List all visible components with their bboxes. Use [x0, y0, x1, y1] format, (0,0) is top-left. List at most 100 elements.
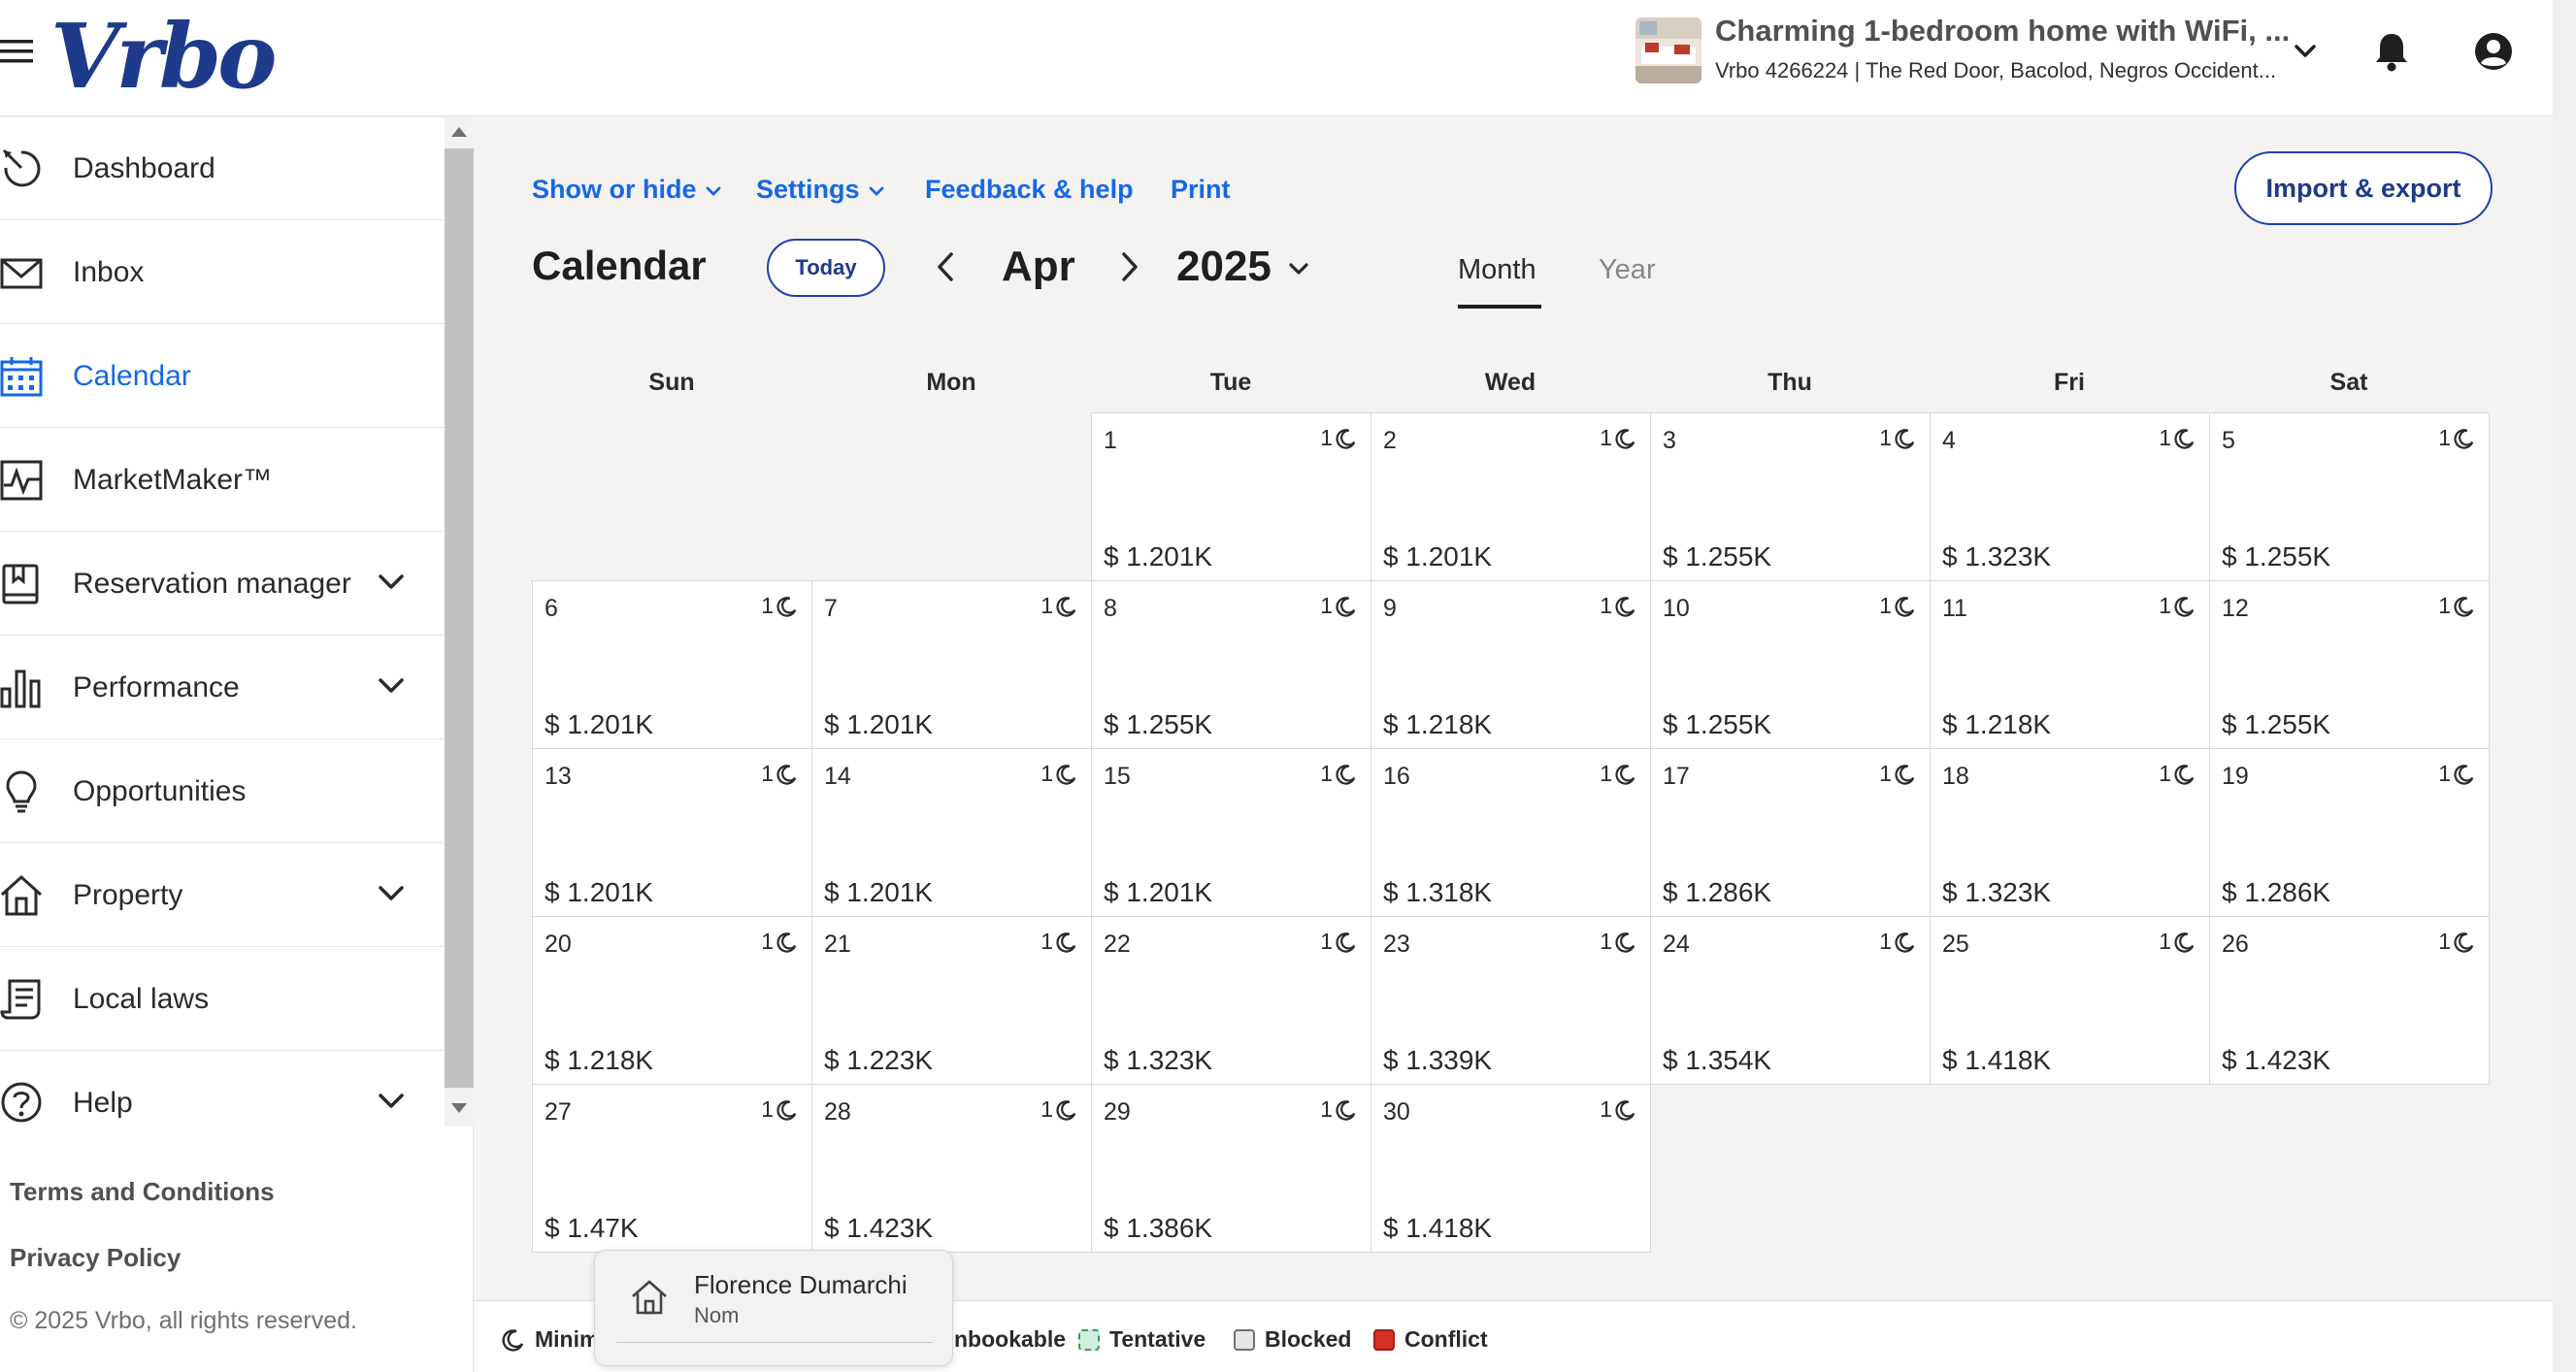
calendar-day-cell[interactable]: 19 1 $ 1.286K: [2209, 748, 2490, 917]
calendar-day-cell[interactable]: 28 1 $ 1.423K: [811, 1084, 1092, 1253]
sidebar-item-label: Local laws: [73, 983, 210, 1015]
calendar-day-cell[interactable]: 9 1 $ 1.218K: [1371, 580, 1651, 749]
property-title[interactable]: Charming 1-bedroom home with WiFi, ...: [1715, 14, 2290, 49]
min-nights: 1: [1879, 761, 1916, 787]
next-month-chevron-icon[interactable]: [1116, 250, 1141, 283]
house-icon: [0, 873, 45, 918]
show-hide-dropdown[interactable]: Show or hide: [532, 175, 722, 205]
calendar-day-cell[interactable]: 15 1 $ 1.201K: [1091, 748, 1371, 917]
day-number: 3: [1663, 427, 1676, 454]
day-number: 20: [545, 931, 572, 958]
calendar-day-cell[interactable]: 2 1 $ 1.201K: [1371, 412, 1651, 581]
chevron-down-icon[interactable]: [377, 572, 406, 593]
copyright-text: © 2025 Vrbo, all rights reserved.: [10, 1307, 357, 1334]
day-number: 19: [2222, 763, 2249, 790]
previous-month-chevron-icon[interactable]: [934, 250, 959, 283]
calendar-day-cell[interactable]: 22 1 $ 1.323K: [1091, 916, 1371, 1085]
sidebar-item-local-laws[interactable]: Local laws: [0, 948, 445, 1051]
sidebar-item-marketmaker[interactable]: MarketMaker™: [0, 429, 445, 532]
calendar-day-cell[interactable]: 7 1 $ 1.201K: [811, 580, 1092, 749]
calendar-day-cell[interactable]: 8 1 $ 1.255K: [1091, 580, 1371, 749]
year-selector[interactable]: 2025: [1176, 243, 1271, 291]
min-nights: 1: [1320, 425, 1357, 451]
day-number: 15: [1104, 763, 1131, 790]
day-number: 29: [1104, 1098, 1131, 1126]
feedback-help-link[interactable]: Feedback & help: [925, 175, 1134, 205]
terms-link[interactable]: Terms and Conditions: [10, 1177, 275, 1207]
calendar-day-cell[interactable]: 24 1 $ 1.354K: [1650, 916, 1931, 1085]
day-number: 4: [1942, 427, 1956, 454]
nightly-price: $ 1.201K: [545, 877, 654, 907]
page-scrollbar[interactable]: [2553, 0, 2576, 1372]
sidebar-item-help[interactable]: Help: [0, 1052, 445, 1127]
sidebar-item-performance[interactable]: Performance: [0, 637, 445, 739]
calendar-day-cell[interactable]: 5 1 $ 1.255K: [2209, 412, 2490, 581]
today-button[interactable]: Today: [767, 239, 885, 297]
min-nights: 1: [761, 929, 798, 955]
calendar-day-cell[interactable]: 16 1 $ 1.318K: [1371, 748, 1651, 917]
sidebar-item-opportunities[interactable]: Opportunities: [0, 740, 445, 843]
notification-bell-icon[interactable]: [2372, 31, 2411, 72]
calendar-day-cell[interactable]: 18 1 $ 1.323K: [1930, 748, 2210, 917]
sidebar-item-reservation-manager[interactable]: Reservation manager: [0, 533, 445, 636]
calendar-day-cell[interactable]: 14 1 $ 1.201K: [811, 748, 1092, 917]
settings-dropdown[interactable]: Settings: [756, 175, 885, 205]
min-nights-count: 1: [761, 929, 774, 954]
chevron-down-icon[interactable]: [377, 1091, 406, 1112]
calendar-day-cell[interactable]: 20 1 $ 1.218K: [532, 916, 812, 1085]
calendar-day-cell[interactable]: 6 1 $ 1.201K: [532, 580, 812, 749]
import-export-button[interactable]: Import & export: [2234, 151, 2493, 225]
scroll-down-arrow-icon[interactable]: [451, 1103, 467, 1113]
calendar-day-cell[interactable]: 27 1 $ 1.47K: [532, 1084, 812, 1253]
calendar-day-cell[interactable]: 10 1 $ 1.255K: [1650, 580, 1931, 749]
min-nights: 1: [1040, 1096, 1077, 1123]
calendar-day-cell[interactable]: 13 1 $ 1.201K: [532, 748, 812, 917]
weekday-header: Wed: [1484, 369, 1536, 396]
account-icon[interactable]: [2473, 31, 2514, 72]
calendar-day-cell[interactable]: 25 1 $ 1.418K: [1930, 916, 2210, 1085]
sidebar-scrollbar-thumb[interactable]: [445, 148, 474, 1088]
lightbulb-icon: [0, 769, 45, 814]
tab-year[interactable]: Year: [1599, 254, 1656, 286]
legend-label: Blocked: [1265, 1326, 1352, 1352]
calendar-day-cell[interactable]: 21 1 $ 1.223K: [811, 916, 1092, 1085]
legend-blocked: Blocked: [1234, 1326, 1351, 1353]
chevron-down-icon[interactable]: [1287, 260, 1310, 278]
sidebar-item-label: Dashboard: [73, 152, 215, 184]
calendar-day-cell[interactable]: 26 1 $ 1.423K: [2209, 916, 2490, 1085]
min-nights: 1: [2159, 593, 2196, 619]
sidebar-item-dashboard[interactable]: Dashboard: [0, 117, 445, 220]
vrbo-logo[interactable]: Vrbo: [50, 12, 278, 101]
calendar-day-cell[interactable]: 17 1 $ 1.286K: [1650, 748, 1931, 917]
property-owner-popup[interactable]: Florence Dumarchi Nom: [594, 1250, 953, 1366]
nightly-price: $ 1.418K: [1383, 1213, 1493, 1243]
privacy-link[interactable]: Privacy Policy: [10, 1243, 181, 1273]
property-switcher-chevron-icon[interactable]: [2293, 39, 2318, 64]
nightly-price: $ 1.201K: [1383, 541, 1493, 572]
calendar-day-cell[interactable]: 11 1 $ 1.218K: [1930, 580, 2210, 749]
nightly-price: $ 1.286K: [2222, 877, 2331, 907]
calendar-day-cell[interactable]: 12 1 $ 1.255K: [2209, 580, 2490, 749]
min-nights-count: 1: [1600, 929, 1612, 954]
min-nights-count: 1: [2159, 761, 2171, 786]
chevron-down-icon[interactable]: [377, 883, 406, 904]
sidebar-item-property[interactable]: Property: [0, 844, 445, 947]
calendar-day-cell[interactable]: 3 1 $ 1.255K: [1650, 412, 1931, 581]
calendar-day-cell[interactable]: 30 1 $ 1.418K: [1371, 1084, 1651, 1253]
moon-icon: [1615, 1099, 1636, 1121]
print-link[interactable]: Print: [1171, 175, 1231, 205]
popup-divider: [616, 1342, 933, 1343]
scroll-up-arrow-icon[interactable]: [451, 127, 467, 137]
min-nights-count: 1: [1320, 761, 1333, 786]
property-thumbnail[interactable]: [1635, 17, 1701, 83]
calendar-day-cell[interactable]: 4 1 $ 1.323K: [1930, 412, 2210, 581]
tab-month[interactable]: Month: [1458, 254, 1536, 286]
day-number: 17: [1663, 763, 1690, 790]
sidebar-item-calendar[interactable]: Calendar: [0, 325, 445, 428]
calendar-day-cell[interactable]: 1 1 $ 1.201K: [1091, 412, 1371, 581]
hamburger-menu-icon[interactable]: [0, 37, 35, 66]
sidebar-item-inbox[interactable]: Inbox: [0, 221, 445, 324]
calendar-day-cell[interactable]: 23 1 $ 1.339K: [1371, 916, 1651, 1085]
calendar-day-cell[interactable]: 29 1 $ 1.386K: [1091, 1084, 1371, 1253]
chevron-down-icon[interactable]: [377, 675, 406, 697]
